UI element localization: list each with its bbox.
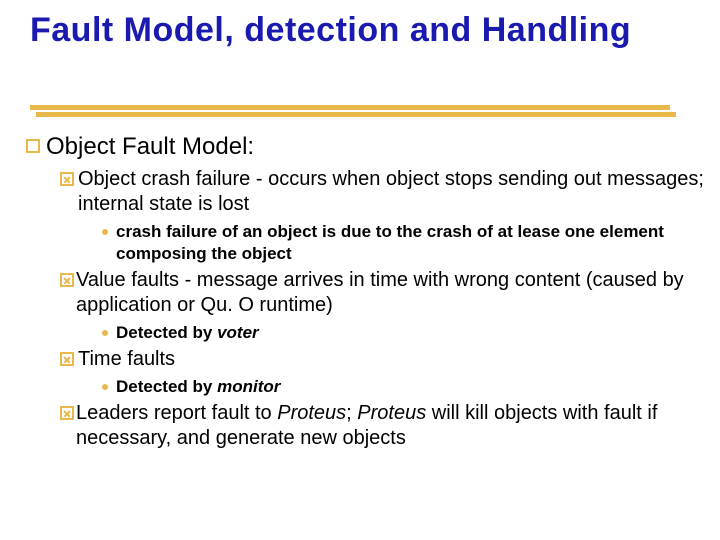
italic-text: voter — [217, 323, 259, 342]
lvl2-text: Time faults — [78, 347, 175, 372]
text: Detected by — [116, 323, 217, 342]
lvl3-text: Detected by monitor — [116, 376, 280, 397]
lvl3-text: crash failure of an object is due to the… — [116, 221, 720, 264]
slide-content: Object Fault Model: Object crash failure… — [0, 133, 720, 451]
title-divider — [30, 105, 670, 110]
list-item: crash failure of an object is due to the… — [102, 221, 720, 264]
italic-text: monitor — [217, 377, 280, 396]
square-x-icon — [60, 172, 74, 217]
italic-text: Proteus — [277, 402, 346, 424]
slide-title: Fault Model, detection and Handling — [30, 12, 690, 49]
title-divider-shadow — [36, 112, 676, 117]
square-x-icon — [60, 352, 74, 372]
text: ; — [346, 402, 357, 424]
square-x-icon — [60, 406, 74, 451]
list-item: Detected by voter — [102, 322, 720, 343]
lvl2-text: Value faults - message arrives in time w… — [76, 268, 720, 318]
dot-icon — [102, 384, 108, 390]
list-item: Detected by monitor — [102, 376, 720, 397]
lvl3-text: Detected by voter — [116, 322, 259, 343]
dot-icon — [102, 330, 108, 336]
list-item: Leaders report fault to Proteus; Proteus… — [60, 401, 720, 451]
text: Leaders report fault to — [76, 402, 277, 424]
square-x-icon — [60, 273, 74, 318]
square-outline-icon — [26, 139, 40, 161]
text: Detected by — [116, 377, 217, 396]
lvl1-text: Object Fault Model: — [46, 133, 254, 161]
list-item: Object Fault Model: — [26, 133, 720, 161]
list-item: Time faults — [60, 347, 720, 372]
list-item: Value faults - message arrives in time w… — [60, 268, 720, 318]
italic-text: Proteus — [357, 402, 431, 424]
dot-icon — [102, 229, 108, 235]
lvl2-text: Object crash failure - occurs when objec… — [78, 167, 720, 217]
list-item: Object crash failure - occurs when objec… — [60, 167, 720, 217]
lvl2-text: Leaders report fault to Proteus; Proteus… — [76, 401, 720, 451]
